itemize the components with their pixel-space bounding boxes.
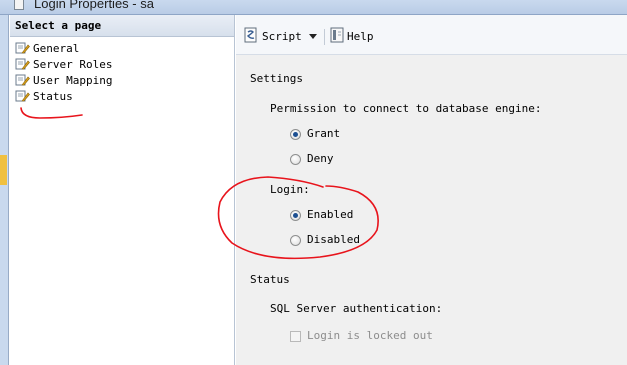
window-title: Login Properties - sa — [34, 0, 154, 11]
disabled-radio[interactable] — [290, 235, 301, 246]
script-label: Script — [262, 30, 302, 43]
select-page-panel: Select a page General Server Roles User … — [10, 15, 235, 365]
script-dropdown-icon[interactable] — [308, 29, 318, 43]
settings-content: Settings Permission to connect to databa… — [236, 55, 627, 365]
window-icon — [14, 0, 24, 10]
page-wrench-icon — [15, 74, 30, 86]
locked-out-checkbox[interactable] — [290, 331, 301, 342]
enabled-label[interactable]: Enabled — [307, 208, 353, 221]
background-window-item — [0, 155, 7, 185]
help-icon — [330, 27, 344, 43]
permission-label: Permission to connect to database engine… — [270, 102, 542, 115]
deny-label[interactable]: Deny — [307, 152, 334, 165]
disabled-label[interactable]: Disabled — [307, 233, 360, 246]
page-wrench-icon — [15, 90, 30, 102]
locked-out-label: Login is locked out — [307, 329, 433, 342]
help-label: Help — [347, 30, 374, 43]
deny-radio[interactable] — [290, 154, 301, 165]
enabled-radio[interactable] — [290, 210, 301, 221]
sql-auth-label: SQL Server authentication: — [270, 302, 443, 315]
toolbar-separator — [324, 29, 325, 45]
page-item-label: Server Roles — [33, 58, 113, 71]
page-item-server-roles[interactable]: Server Roles — [15, 57, 112, 73]
page-item-label: User Mapping — [33, 74, 113, 87]
page-list: General Server Roles User Mapping Status — [15, 41, 112, 105]
script-icon — [244, 27, 257, 43]
page-item-user-mapping[interactable]: User Mapping — [15, 73, 112, 89]
page-item-general[interactable]: General — [15, 41, 112, 57]
help-button[interactable]: Help — [330, 27, 374, 45]
properties-panel: Script Help Settings Permission to conne… — [236, 15, 627, 365]
page-item-status[interactable]: Status — [15, 89, 112, 105]
script-button[interactable]: Script — [243, 27, 302, 45]
settings-section-title: Settings — [250, 72, 303, 85]
grant-label[interactable]: Grant — [307, 127, 340, 140]
page-wrench-icon — [15, 58, 30, 70]
title-bar: Login Properties - sa — [0, 0, 627, 15]
status-section-title: Status — [250, 273, 290, 286]
grant-radio[interactable] — [290, 129, 301, 140]
page-item-label: General — [33, 42, 80, 55]
select-page-header: Select a page — [10, 15, 234, 37]
background-window-strip — [0, 15, 9, 365]
page-wrench-icon — [15, 42, 30, 54]
login-properties-window: Login Properties - sa Select a page Gene… — [0, 0, 627, 365]
login-label: Login: — [270, 183, 310, 196]
toolbar: Script Help — [236, 15, 627, 55]
page-item-label: Status — [33, 90, 73, 103]
